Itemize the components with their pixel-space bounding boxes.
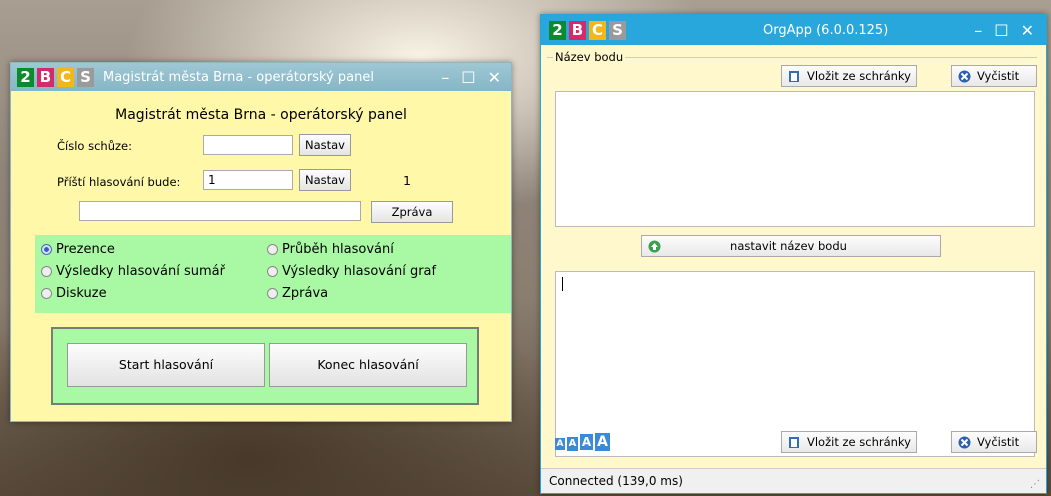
radio-label: Průběh hlasování <box>282 242 394 257</box>
clear-label: Vyčistit <box>977 435 1020 449</box>
voting-controls: Start hlasování Konec hlasování <box>51 327 479 405</box>
close-icon[interactable]: ✕ <box>488 68 501 87</box>
next-vote-input[interactable]: 1 <box>203 170 293 190</box>
window-title: Magistrát města Brna - operátorský panel <box>103 69 374 85</box>
panel-heading: Magistrát města Brna - operátorský panel <box>115 107 407 123</box>
maximize-icon[interactable]: ☐ <box>461 68 475 87</box>
badge-s: S <box>77 67 94 87</box>
operator-panel-titlebar[interactable]: 2 B C S Magistrát města Brna - operátors… <box>11 63 511 91</box>
radio-zprava[interactable]: Zpráva <box>267 286 328 301</box>
font-size-smallest-button[interactable]: A <box>555 438 565 450</box>
badge-2: 2 <box>17 67 34 87</box>
clear-button-top[interactable]: Vyčistit <box>951 65 1037 87</box>
clear-label: Vyčistit <box>977 69 1020 83</box>
badge-2: 2 <box>549 20 566 40</box>
paste-label: Vložit ze schránky <box>807 69 911 83</box>
radio-vysledky-graf[interactable]: Výsledky hlasování graf <box>267 264 436 279</box>
clipboard-icon <box>789 70 799 82</box>
item-name-group-label: Název bodu <box>553 50 626 64</box>
arrow-up-icon <box>648 240 661 252</box>
minimize-icon[interactable]: – <box>974 21 982 40</box>
next-vote-display: 1 <box>403 173 411 188</box>
window-title: OrgApp (6.0.0.125) <box>762 22 889 38</box>
radio-diskuze[interactable]: Diskuze <box>41 286 107 301</box>
start-vote-button[interactable]: Start hlasování <box>67 343 265 387</box>
badge-c: C <box>589 20 606 40</box>
font-size-small-button[interactable]: A <box>567 437 578 451</box>
font-size-largest-button[interactable]: A <box>595 433 610 451</box>
clear-icon <box>958 70 971 82</box>
content-textarea[interactable] <box>555 271 1035 457</box>
next-vote-label: Příští hlasování bude: <box>57 175 181 189</box>
radio-label: Prezence <box>56 242 115 257</box>
paste-label: Vložit ze schránky <box>807 435 911 449</box>
radio-unchecked-icon <box>267 266 278 277</box>
radio-label: Zpráva <box>282 286 329 301</box>
meeting-number-input[interactable] <box>203 135 293 155</box>
connection-status: Connected (139,0 ms) <box>549 474 683 488</box>
radio-unchecked-icon <box>41 266 52 277</box>
radio-unchecked-icon <box>267 244 278 255</box>
clear-icon <box>958 436 971 448</box>
minimize-icon[interactable]: – <box>441 68 449 87</box>
operator-panel-window: 2 B C S Magistrát města Brna - operátors… <box>10 62 512 422</box>
radio-label: Výsledky hlasování graf <box>282 264 437 279</box>
badge-b: B <box>37 67 54 87</box>
orgapp-body: Název bodu Vložit ze schránky Vyčistit n… <box>541 45 1046 493</box>
resize-grip-icon[interactable]: ⋰ <box>1030 479 1040 491</box>
radio-label: Výsledky hlasování sumář <box>56 264 225 279</box>
radio-prezence[interactable]: Prezence <box>41 242 115 257</box>
status-bar: Connected (139,0 ms) ⋰ <box>541 468 1046 493</box>
set-item-name-button[interactable]: nastavit název bodu <box>641 235 941 257</box>
radio-unchecked-icon <box>41 288 52 299</box>
message-input[interactable] <box>79 201 361 221</box>
radio-unchecked-icon <box>267 288 278 299</box>
end-vote-button[interactable]: Konec hlasování <box>269 343 467 387</box>
message-button[interactable]: Zpráva <box>371 201 453 223</box>
set-meeting-button[interactable]: Nastav <box>299 134 351 156</box>
maximize-icon[interactable]: ☐ <box>994 21 1008 40</box>
set-item-name-label: nastavit název bodu <box>730 239 847 253</box>
display-mode-group: Prezence Průběh hlasování Výsledky hlaso… <box>35 235 511 313</box>
badge-c: C <box>57 67 74 87</box>
font-size-large-button[interactable]: A <box>580 434 593 450</box>
paste-button-top[interactable]: Vložit ze schránky <box>781 65 917 87</box>
radio-vysledky-sumar[interactable]: Výsledky hlasování sumář <box>41 264 225 279</box>
orgapp-window: 2 B C S OrgApp (6.0.0.125) – ☐ ✕ Název b… <box>540 14 1047 494</box>
orgapp-titlebar[interactable]: 2 B C S OrgApp (6.0.0.125) – ☐ ✕ <box>541 15 1046 45</box>
meeting-number-label: Číslo schůze: <box>57 139 132 153</box>
radio-prubeh-hlasovani[interactable]: Průběh hlasování <box>267 242 394 257</box>
font-size-controls: AAAA <box>555 433 612 451</box>
close-icon[interactable]: ✕ <box>1021 21 1034 40</box>
radio-label: Diskuze <box>56 286 107 301</box>
set-next-vote-button[interactable]: Nastav <box>299 169 351 191</box>
paste-button-bottom[interactable]: Vložit ze schránky <box>781 431 917 453</box>
badge-b: B <box>569 20 586 40</box>
badge-s: S <box>609 20 626 40</box>
clear-button-bottom[interactable]: Vyčistit <box>951 431 1037 453</box>
text-cursor <box>562 277 563 291</box>
radio-checked-icon <box>41 244 52 255</box>
clipboard-icon <box>789 436 799 448</box>
item-name-textarea[interactable] <box>555 91 1035 227</box>
